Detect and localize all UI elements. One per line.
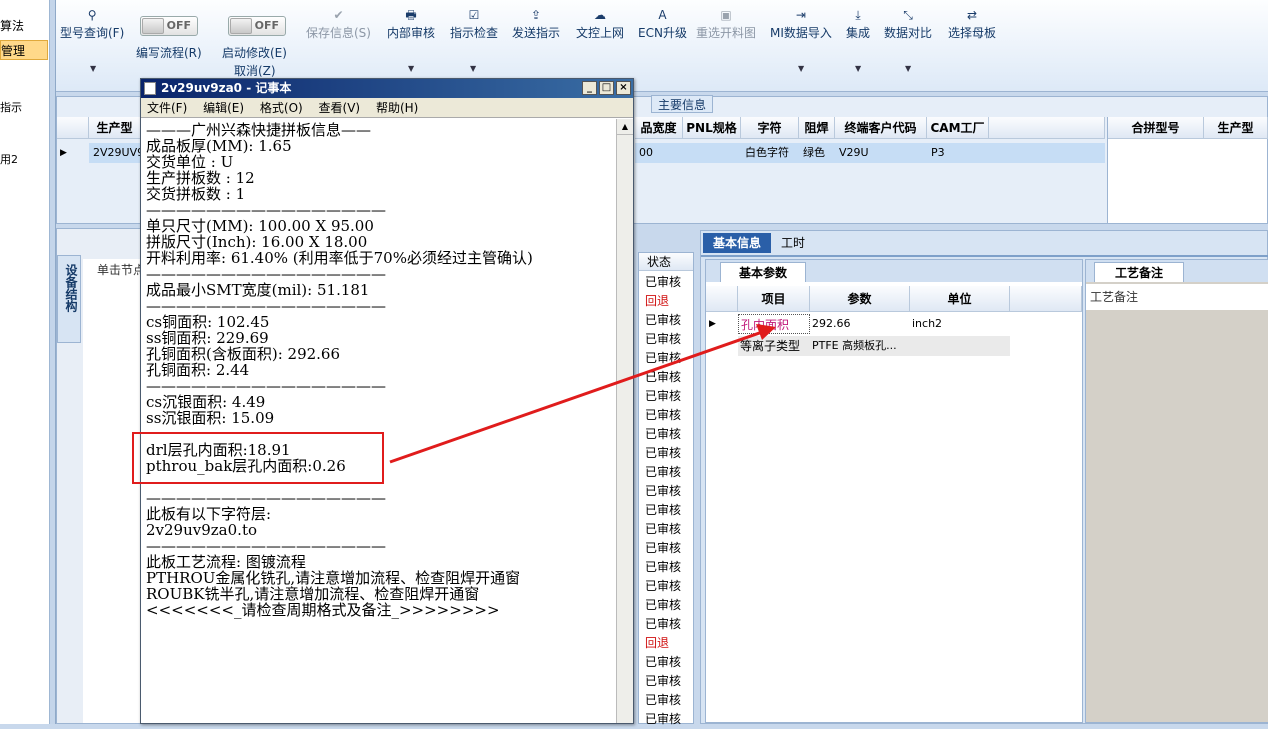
- annotation-arrow: [389, 324, 776, 464]
